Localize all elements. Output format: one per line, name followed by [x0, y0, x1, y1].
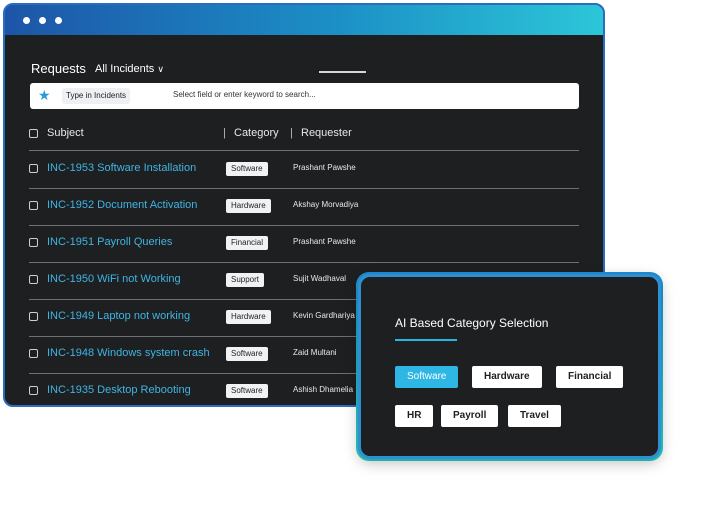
page-title: Requests — [31, 61, 86, 76]
ai-category-panel: AI Based Category Selection Software Har… — [358, 274, 661, 459]
column-divider: | — [290, 127, 293, 139]
column-divider: | — [223, 127, 226, 139]
column-header-category[interactable]: Category — [234, 127, 279, 139]
requester-name: Akshay Morvadiya — [293, 200, 359, 209]
row-checkbox[interactable] — [29, 312, 38, 321]
requester-name: Ashish Dhamelia — [293, 385, 354, 394]
category-option-hr[interactable]: HR — [395, 405, 434, 427]
incident-link[interactable]: INC-1948 Windows system crash — [47, 347, 210, 359]
search-bar[interactable]: ★ Type in Incidents Select field or ente… — [30, 83, 579, 109]
chevron-down-icon: ∨ — [157, 64, 164, 74]
column-header-subject[interactable]: Subject — [47, 127, 84, 139]
category-option-hardware[interactable]: Hardware — [472, 366, 542, 388]
incident-link[interactable]: INC-1950 WiFi not Working — [47, 273, 181, 285]
window-dot-maximize[interactable] — [55, 17, 62, 24]
category-tag: Software — [226, 384, 268, 398]
window-dot-minimize[interactable] — [39, 17, 46, 24]
tab-underline — [319, 71, 366, 73]
requester-name: Zaid Multani — [293, 348, 337, 357]
requester-name: Sujit Wadhaval — [293, 274, 347, 283]
panel-title-underline — [395, 339, 457, 341]
panel-title: AI Based Category Selection — [395, 316, 549, 330]
incident-link[interactable]: INC-1952 Document Activation — [47, 199, 197, 211]
requester-name: Prashant Pawshe — [293, 237, 356, 246]
table-header: Subject | Category | Requester — [29, 125, 581, 147]
category-tag: Software — [226, 347, 268, 361]
row-checkbox[interactable] — [29, 275, 38, 284]
star-icon: ★ — [38, 87, 51, 103]
row-divider — [29, 150, 579, 151]
category-tag: Support — [226, 273, 265, 287]
table-row[interactable]: INC-1953 Software Installation Software … — [29, 152, 581, 188]
window-titlebar — [5, 5, 603, 35]
window-dot-close[interactable] — [23, 17, 30, 24]
incident-link[interactable]: INC-1935 Desktop Rebooting — [47, 384, 191, 396]
row-checkbox[interactable] — [29, 349, 38, 358]
category-option-software[interactable]: Software — [395, 366, 459, 388]
row-checkbox[interactable] — [29, 201, 38, 210]
incident-filter-dropdown[interactable]: All Incidents ∨ — [95, 63, 164, 75]
category-tag: Hardware — [226, 310, 271, 324]
search-scope-chip[interactable]: Type in Incidents — [62, 88, 131, 104]
row-checkbox[interactable] — [29, 386, 38, 395]
category-tag: Financial — [226, 236, 269, 250]
row-checkbox[interactable] — [29, 238, 38, 247]
table-row[interactable]: INC-1951 Payroll Queries Financial Prash… — [29, 226, 581, 262]
select-all-checkbox[interactable] — [29, 129, 38, 138]
column-header-requester[interactable]: Requester — [301, 127, 352, 139]
search-input[interactable]: Select field or enter keyword to search.… — [173, 90, 316, 99]
incident-link[interactable]: INC-1953 Software Installation — [47, 162, 196, 174]
filter-label: All Incidents — [95, 63, 155, 75]
incident-link[interactable]: INC-1949 Laptop not working — [47, 310, 190, 322]
requester-name: Kevin Gardhariya — [293, 311, 355, 320]
table-row[interactable]: INC-1952 Document Activation Hardware Ak… — [29, 189, 581, 225]
category-tag: Hardware — [226, 199, 271, 213]
category-option-travel[interactable]: Travel — [508, 405, 561, 427]
requester-name: Prashant Pawshe — [293, 163, 356, 172]
incident-link[interactable]: INC-1951 Payroll Queries — [47, 236, 172, 248]
category-tag: Software — [226, 162, 268, 176]
category-option-payroll[interactable]: Payroll — [441, 405, 499, 427]
category-option-financial[interactable]: Financial — [556, 366, 624, 388]
row-checkbox[interactable] — [29, 164, 38, 173]
